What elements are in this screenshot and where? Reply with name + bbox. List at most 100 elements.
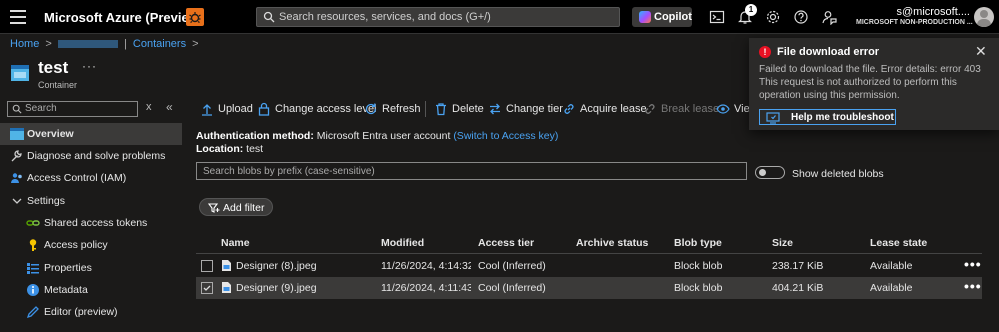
column-header-name[interactable]: Name [221,237,250,249]
show-deleted-label: Show deleted blobs [792,168,884,180]
help-me-troubleshoot-button[interactable]: Help me troubleshoot [759,109,896,125]
location-label: Location: [196,143,244,155]
sidebar-item-editor[interactable]: Editor (preview) [0,301,182,323]
eye-icon [716,104,730,114]
app-title[interactable]: Microsoft Azure (Preview) [44,10,203,25]
table-row[interactable]: Designer (8).jpeg 11/26/2024, 4:14:32 ..… [196,255,982,277]
column-header-access-tier[interactable]: Access tier [478,237,534,249]
change-access-level-label: Change access level [275,103,377,115]
blob-name[interactable]: Designer (9).jpeg [236,282,317,294]
breadcrumb-containers[interactable]: Containers [133,38,186,50]
sidebar-item-label: Access policy [44,239,108,251]
sidebar-item-diagnose[interactable]: Diagnose and solve problems [0,145,182,167]
gear-icon[interactable] [765,9,781,25]
show-deleted-toggle[interactable] [755,166,785,179]
collapse-sidebar-icon[interactable]: « [166,100,173,114]
copilot-icon [639,11,651,23]
notification-count-badge: 1 [745,4,757,16]
checkmark-icon [203,285,211,291]
notification-title: File download error [777,46,880,58]
acquire-lease-label: Acquire lease [580,103,647,115]
column-header-blob-type[interactable]: Blob type [674,237,722,249]
switch-to-access-key-link[interactable]: (Switch to Access key) [453,130,558,142]
sidebar-item-overview[interactable]: Overview [0,123,182,145]
blob-type: Block blob [674,282,723,294]
upload-icon [202,104,212,116]
auth-method-label: Authentication method: [196,130,314,142]
more-actions-icon[interactable]: ··· [82,59,97,73]
blob-name[interactable]: Designer (8).jpeg [236,260,317,272]
close-icon[interactable]: ✕ [975,43,987,60]
blob-access-tier: Cool (Inferred) [478,260,546,272]
chevron-down-icon [12,198,22,204]
sidebar-item-settings[interactable]: Settings [0,190,182,212]
sidebar-item-access-policy[interactable]: Access policy [0,234,182,256]
breadcrumb-redacted-account[interactable] [57,40,118,49]
people-icon [11,173,22,183]
break-lease-label: Break lease [661,103,720,115]
location-line: Location: test [196,143,263,155]
blob-size: 238.17 KiB [772,260,824,272]
notification-message: Failed to download the file. Error detai… [759,64,981,101]
wrench-icon [11,150,22,162]
sidebar-search-placeholder: Search [25,103,57,114]
table-row[interactable]: Designer (9).jpeg 11/26/2024, 4:11:43 ..… [196,277,982,299]
broken-link-icon [645,104,655,114]
copilot-button[interactable]: Copilot [632,7,692,27]
row-checkbox[interactable] [201,260,213,272]
sidebar-item-label: Settings [27,195,65,207]
blob-size: 404.21 KiB [772,282,824,294]
upload-label: Upload [218,103,253,115]
blob-search-input[interactable]: Search blobs by prefix (case-sensitive) [196,162,747,180]
add-filter-label: Add filter [223,202,265,214]
troubleshoot-icon [766,112,780,124]
properties-icon [27,263,39,274]
sidebar-item-label: Shared access tokens [44,217,148,229]
sidebar-item-shared-access-tokens[interactable]: Shared access tokens [0,212,182,234]
sidebar-search-input[interactable]: Search [7,101,138,117]
sidebar-item-label: Properties [44,262,92,274]
search-icon [263,11,275,23]
sidebar-item-metadata[interactable]: Metadata [0,279,182,301]
blob-lease-state: Available [870,282,913,294]
top-bar: Microsoft Azure (Preview) Search resourc… [0,0,999,34]
cloud-shell-icon[interactable] [709,9,725,25]
image-file-icon [222,282,231,293]
row-more-icon[interactable]: ••• [964,278,982,294]
page-title: test [38,58,69,77]
sidebar-item-properties[interactable]: Properties [0,257,182,279]
sidebar-item-iam[interactable]: Access Control (IAM) [0,167,182,189]
row-more-icon[interactable]: ••• [964,256,982,272]
command-divider [425,101,426,117]
add-filter-button[interactable]: Add filter [199,198,273,216]
global-search-input[interactable]: Search resources, services, and docs (G+… [256,7,620,27]
help-icon[interactable] [793,9,809,25]
menu-icon[interactable] [10,10,26,24]
refresh-icon [365,103,377,115]
blob-search-placeholder: Search blobs by prefix (case-sensitive) [203,166,375,177]
key-icon [29,239,37,251]
account-email: s@microsoft.... [896,6,970,18]
error-icon: ! [759,46,771,58]
row-checkbox[interactable] [201,282,213,294]
account-menu[interactable]: s@microsoft.... MICROSOFT NON-PRODUCTION… [856,6,973,26]
breadcrumb-home[interactable]: Home [10,38,39,50]
blob-modified: 11/26/2024, 4:11:43 ... [381,282,471,294]
column-header-modified[interactable]: Modified [381,237,424,249]
breadcrumb: Home > | Containers > [10,38,199,50]
avatar[interactable] [974,7,994,27]
header-divider [196,253,982,254]
account-directory: MICROSOFT NON-PRODUCTION ... [856,19,973,26]
sidebar-item-label: Overview [27,128,74,140]
bug-icon[interactable] [186,8,204,26]
container-icon [11,65,29,81]
sidebar-item-label: Diagnose and solve problems [27,150,166,162]
search-icon [12,104,22,114]
clear-search-icon[interactable]: x [146,101,152,113]
column-header-archive-status[interactable]: Archive status [576,237,648,249]
sidebar-item-label: Metadata [44,284,88,296]
feedback-icon[interactable] [821,9,837,25]
column-header-lease-state[interactable]: Lease state [870,237,927,249]
column-header-size[interactable]: Size [772,237,793,249]
blob-type: Block blob [674,260,723,272]
